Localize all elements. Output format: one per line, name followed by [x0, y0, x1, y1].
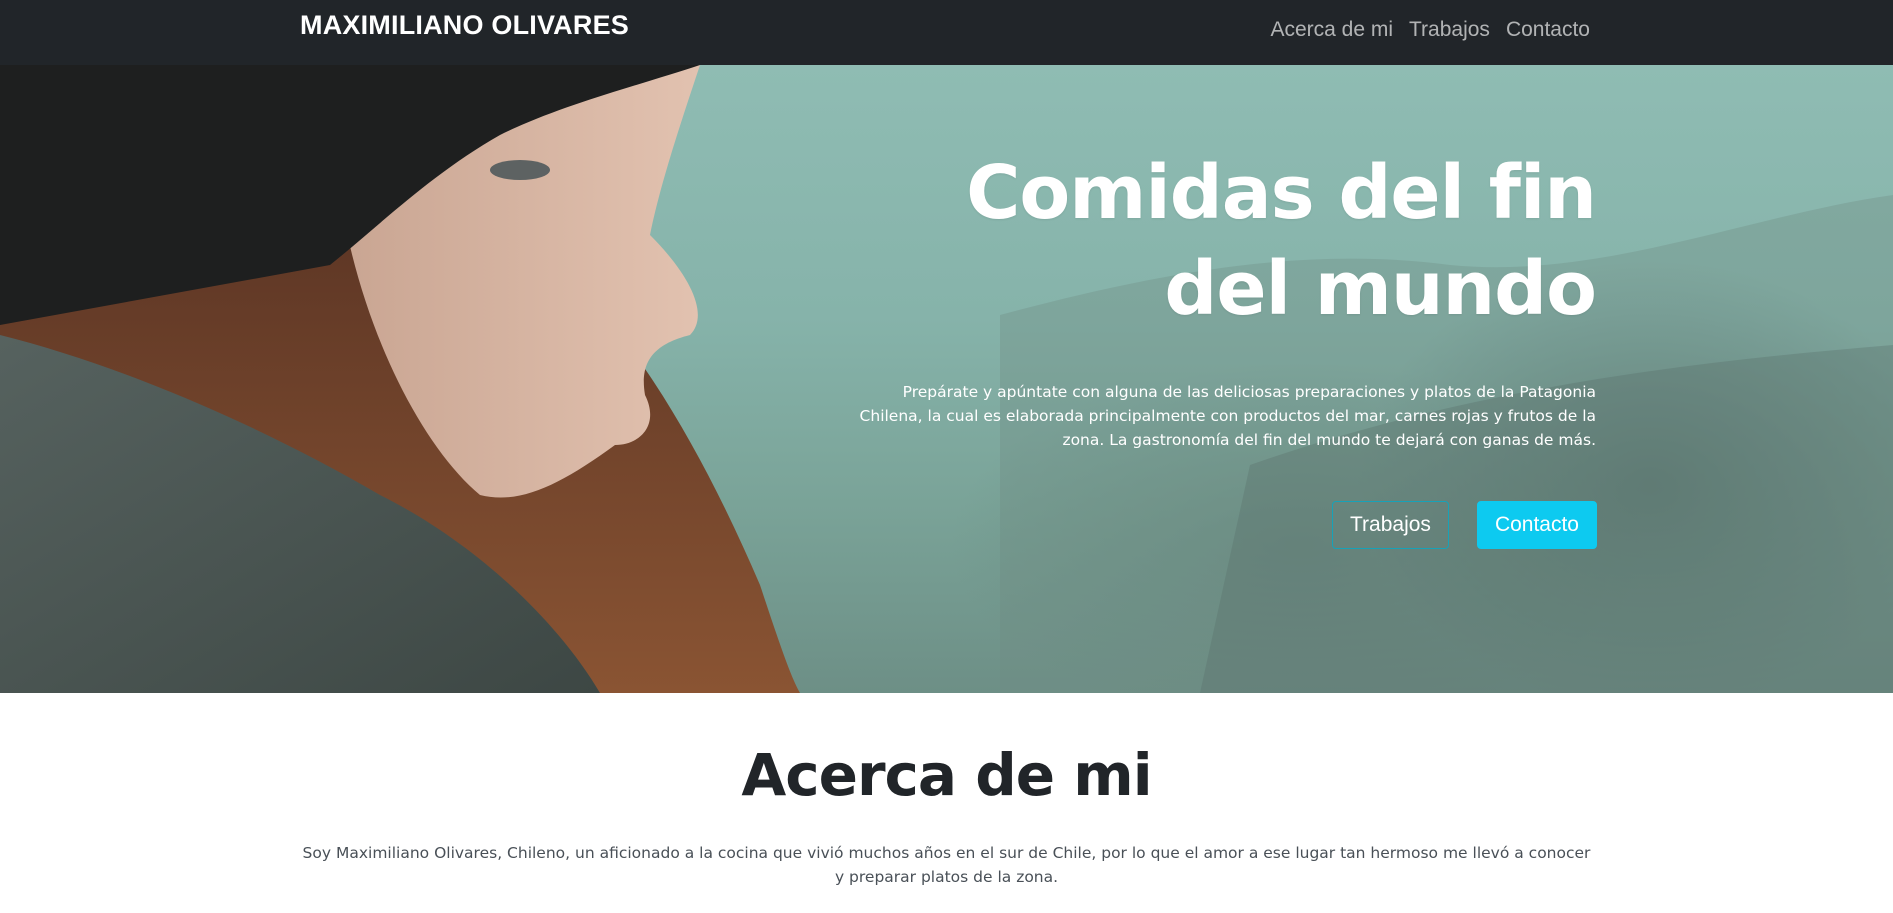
nav-link-contacto[interactable]: Contacto — [1506, 18, 1590, 42]
hero-lead-text: Prepárate y apúntate con alguna de las d… — [859, 383, 1596, 449]
brand-link[interactable]: MAXIMILIANO OLIVARES — [300, 10, 629, 41]
hero-buttons: Trabajos Contacto — [1332, 501, 1597, 549]
nav-links: Acerca de mi Trabajos Contacto — [1270, 18, 1590, 42]
hero-title: Comidas del fin del mundo — [966, 150, 1597, 332]
nav-link-acerca[interactable]: Acerca de mi — [1270, 18, 1393, 42]
trabajos-button[interactable]: Trabajos — [1332, 501, 1449, 549]
navbar: MAXIMILIANO OLIVARES Acerca de mi Trabaj… — [0, 0, 1893, 65]
contacto-button[interactable]: Contacto — [1476, 501, 1597, 549]
hero-section: Comidas del fin del mundo Prepárate y ap… — [0, 65, 1893, 693]
about-text: Soy Maximiliano Olivares, Chileno, un af… — [302, 844, 1591, 886]
nav-link-trabajos[interactable]: Trabajos — [1409, 18, 1490, 42]
about-title: Acerca de mi — [741, 741, 1152, 809]
